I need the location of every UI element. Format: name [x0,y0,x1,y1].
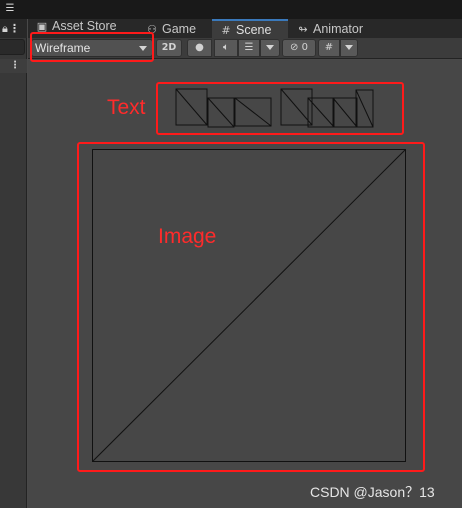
chevron-down-icon [139,46,147,51]
glyph-diagonal [175,88,208,126]
scene-wireframe-canvas [92,88,406,462]
tab-scene[interactable]: # Scene [212,19,288,38]
chevron-down-icon [266,44,274,50]
lighting-toggle-button[interactable]: ● [187,39,212,57]
eye-slash-icon: ⊘ [290,42,299,53]
tab-label: Scene [236,23,272,37]
tab-label: Asset Store [52,19,117,33]
tab-asset-store[interactable]: ▣ Asset Store [28,16,137,35]
hierarchy-panel-collapsed: 🔒︎ ⋮ ⋮ [0,19,27,508]
gamepad-icon: ⚇ [147,23,157,36]
hierarchy-search-input[interactable] [0,39,25,55]
speaker-icon: 🔈︎ [223,42,229,53]
glyph-diagonal [280,88,313,126]
lock-icon[interactable]: 🔒︎ [2,22,8,35]
text-annotation-label: Text [107,96,146,119]
glyph-diagonal [355,89,374,128]
lightbulb-icon: ● [195,42,204,53]
glyph-diagonal [207,97,235,128]
scene-toolbar: Wireframe 2D ● 🔈︎ ☰ ⊘ 0 # [28,38,462,59]
grid-dropdown-button[interactable] [340,39,358,57]
glyph-diagonal [234,97,272,127]
unity-editor-window: ☰ 🔒︎ ⋮ ⋮ ▣ Asset Store ⚇ Game # Scene ↬ Anim… [0,0,462,508]
tab-game[interactable]: ⚇ Game [138,19,212,38]
hierarchy-tab-row: 🔒︎ ⋮ [0,19,27,38]
hidden-objects-count: 0 [301,42,308,53]
draw-mode-dropdown[interactable]: Wireframe [31,39,153,57]
grid-icon: # [324,42,334,53]
text-wireframe [175,88,374,128]
tab-label: Animator [313,22,364,36]
audio-toggle-button[interactable]: 🔈︎ [214,39,238,57]
effects-dropdown-button[interactable] [260,39,280,57]
app-icon: ☰ [5,3,15,14]
chevron-down-icon [345,44,353,50]
grid-toggle-button[interactable]: # [318,39,340,57]
image-wireframe [92,149,406,462]
layers-icon: ☰ [244,42,254,53]
row-menu-icon[interactable]: ⋮ [10,59,20,73]
tab-label: Game [162,22,197,36]
glyph-diagonal [332,97,358,128]
animator-icon: ↬ [298,23,308,36]
toggle-2d-button[interactable]: 2D [156,39,182,57]
hierarchy-row[interactable]: ⋮ [0,59,27,73]
image-diagonal [92,149,406,462]
tab-animator[interactable]: ↬ Animator [289,19,389,38]
panel-menu-icon[interactable]: ⋮ [9,19,20,38]
bag-icon: ▣ [36,20,48,33]
draw-mode-value: Wireframe [35,41,91,55]
hidden-objects-toggle[interactable]: ⊘ 0 [282,39,316,57]
editor-tab-bar: ▣ Asset Store ⚇ Game # Scene ↬ Animator [28,19,462,38]
effects-toggle-button[interactable]: ☰ [238,39,260,57]
image-annotation-label: Image [158,225,217,248]
scene-viewport[interactable] [28,60,462,508]
watermark: CSDN @Jason？13 [310,484,435,500]
